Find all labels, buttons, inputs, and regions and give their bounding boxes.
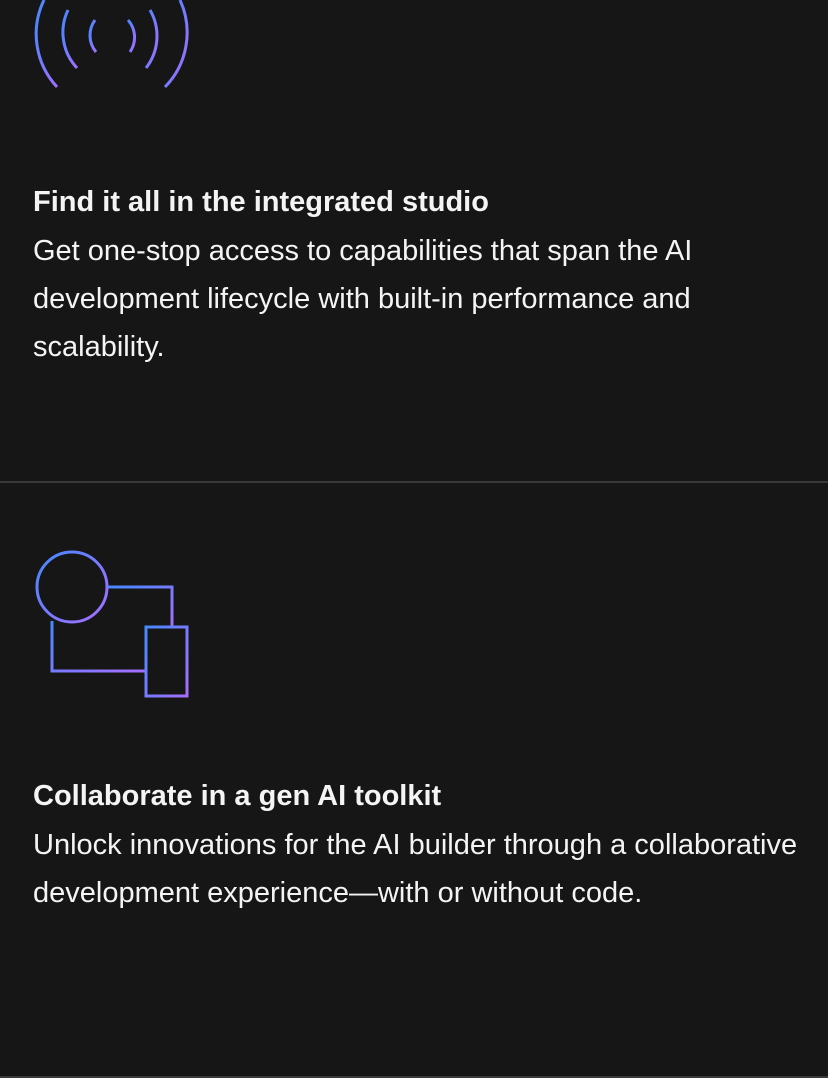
broadcast-signal-icon (0, 0, 220, 105)
feature-card-integrated-studio: Find it all in the integrated studio Get… (0, 0, 828, 482)
add-device-icon (0, 533, 220, 708)
feature-title: Find it all in the integrated studio (33, 186, 489, 218)
feature-card-gen-ai-toolkit: Collaborate in a gen AI toolkit Unlock i… (0, 483, 828, 1076)
feature-description: Get one-stop access to capabilities that… (33, 235, 693, 363)
feature-description: Unlock innovations for the AI builder th… (33, 829, 798, 909)
feature-title: Collaborate in a gen AI toolkit (33, 780, 442, 812)
